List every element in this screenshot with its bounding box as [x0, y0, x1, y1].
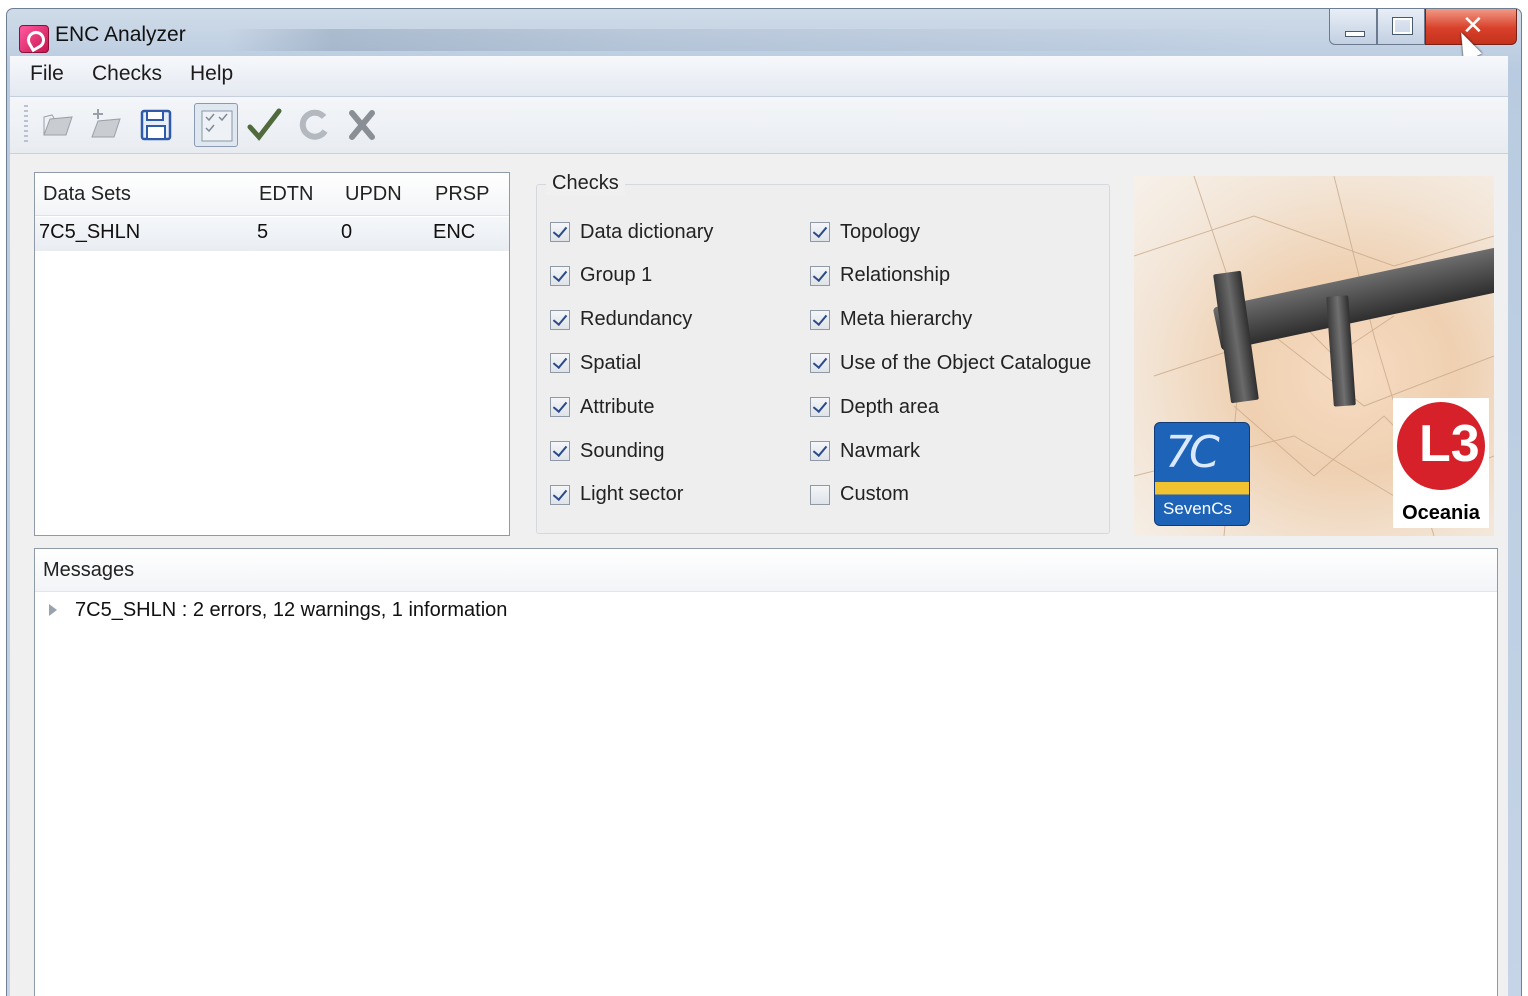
menu-bar: File Checks Help — [10, 56, 1508, 97]
sevencs-logo-mark: 7C — [1165, 427, 1220, 478]
check-topology[interactable]: Topology — [810, 218, 920, 246]
check-redundancy[interactable]: Redundancy — [550, 306, 692, 334]
checkbox[interactable] — [550, 222, 570, 242]
checkbox[interactable] — [550, 353, 570, 374]
checkbox-label: Depth area — [840, 395, 939, 418]
checkbox[interactable] — [810, 397, 830, 418]
select-all-button[interactable] — [194, 103, 238, 147]
checkbox-label: Topology — [840, 220, 921, 243]
cell-updn: 0 — [341, 221, 353, 243]
main-panel: Data Sets EDTN UPDN PRSP 7C5_SHLN 5 0 EN… — [10, 154, 1508, 996]
add-folder-button[interactable] — [84, 103, 128, 147]
title-bar-glass — [227, 29, 1277, 51]
refresh-icon — [299, 109, 328, 140]
checkbox[interactable] — [550, 484, 570, 505]
column-updn[interactable]: UPDN — [345, 183, 402, 206]
check-light-sector[interactable]: Light sector — [550, 481, 683, 509]
expand-arrow-icon[interactable] — [49, 604, 57, 616]
checkbox-label: Relationship — [840, 264, 951, 287]
cell-edtn: 5 — [257, 221, 269, 243]
checkbox[interactable] — [550, 397, 570, 418]
cancel-button[interactable] — [340, 103, 384, 147]
check-spatial[interactable]: Spatial — [550, 349, 641, 377]
checkbox[interactable] — [810, 222, 830, 242]
sevencs-logo: 7C SevenCs — [1154, 422, 1250, 526]
add-folder-icon — [91, 109, 121, 138]
menu-checks[interactable]: Checks — [92, 62, 162, 86]
save-icon — [140, 109, 172, 141]
datasets-list[interactable]: Data Sets EDTN UPDN PRSP 7C5_SHLN 5 0 EN… — [34, 172, 510, 536]
cell-name: 7C5_SHLN — [39, 221, 141, 243]
datasets-header: Data Sets EDTN UPDN PRSP — [35, 173, 509, 216]
check-depth-area[interactable]: Depth area — [810, 393, 939, 421]
message-text: 7C5_SHLN : 2 errors, 12 warnings, 1 info… — [75, 598, 508, 621]
messages-header: Messages — [35, 549, 1497, 592]
checkbox-label: Meta hierarchy — [840, 308, 973, 331]
title-bar[interactable]: ENC Analyzer ✕ — [7, 9, 1521, 63]
toolbar-grip[interactable] — [24, 105, 28, 145]
check-group-1[interactable]: Group 1 — [550, 262, 652, 290]
check-navmark[interactable]: Navmark — [810, 437, 920, 465]
checkbox-label: Navmark — [840, 439, 921, 462]
minimize-button[interactable] — [1329, 9, 1377, 45]
sevencs-logo-text: SevenCs — [1163, 499, 1232, 518]
checkbox-label: Sounding — [580, 439, 665, 462]
select-all-icon — [201, 110, 233, 142]
checks-title: Checks — [546, 172, 625, 195]
messages-title: Messages — [43, 559, 135, 581]
checkbox-label: Light sector — [580, 483, 684, 506]
checkbox[interactable] — [550, 265, 570, 286]
l3-logo-caption: Oceania — [1402, 502, 1480, 524]
message-item[interactable]: 7C5_SHLN : 2 errors, 12 warnings, 1 info… — [49, 595, 507, 625]
checkbox[interactable] — [810, 309, 830, 330]
checkbox[interactable] — [810, 265, 830, 286]
toolbar — [10, 97, 1508, 154]
checkbox-label: Data dictionary — [580, 220, 714, 243]
check-relationship[interactable]: Relationship — [810, 262, 950, 290]
checkbox[interactable] — [810, 484, 830, 505]
run-checks-button[interactable] — [242, 103, 286, 147]
checkbox-label: Attribute — [580, 395, 655, 418]
check-use-of-the-object-catalogue[interactable]: Use of the Object Catalogue — [810, 349, 1091, 377]
check-icon — [247, 108, 282, 141]
menu-file[interactable]: File — [30, 62, 64, 86]
refresh-button[interactable] — [292, 103, 336, 147]
l3-oceania-logo: L3 Oceania — [1393, 398, 1489, 528]
checkbox[interactable] — [550, 441, 570, 461]
window-title: ENC Analyzer — [55, 23, 186, 46]
checkbox-label: Redundancy — [580, 308, 693, 331]
menu-help[interactable]: Help — [190, 62, 233, 86]
checkbox[interactable] — [810, 441, 830, 461]
checkbox-label: Custom — [840, 483, 909, 506]
checkbox-label: Group 1 — [580, 264, 653, 287]
column-prsp[interactable]: PRSP — [435, 183, 489, 206]
open-folder-button[interactable] — [36, 103, 80, 147]
column-edtn[interactable]: EDTN — [259, 183, 313, 206]
cell-prsp: ENC — [433, 221, 476, 243]
maximize-button[interactable] — [1377, 9, 1425, 45]
save-button[interactable] — [134, 103, 178, 147]
l3-logo-text: L3 — [1419, 415, 1480, 473]
check-data-dictionary[interactable]: Data dictionary — [550, 218, 713, 246]
l3-logo-mark: L3 — [1397, 402, 1485, 490]
close-icon — [349, 110, 375, 140]
check-meta-hierarchy[interactable]: Meta hierarchy — [810, 306, 972, 334]
table-row[interactable]: 7C5_SHLN 5 0 ENC — [35, 217, 509, 251]
checkbox-label: Spatial — [580, 351, 642, 374]
app-icon — [19, 25, 49, 53]
checkbox-label: Use of the Object Catalogue — [840, 351, 1092, 374]
column-data-sets[interactable]: Data Sets — [43, 183, 131, 206]
check-sounding[interactable]: Sounding — [550, 437, 665, 465]
check-custom[interactable]: Custom — [810, 481, 909, 509]
check-attribute[interactable]: Attribute — [550, 393, 654, 421]
checkbox[interactable] — [810, 353, 830, 374]
open-folder-icon — [43, 114, 73, 136]
messages-panel[interactable]: Messages 7C5_SHLN : 2 errors, 12 warning… — [34, 548, 1498, 996]
checkbox[interactable] — [550, 309, 570, 330]
